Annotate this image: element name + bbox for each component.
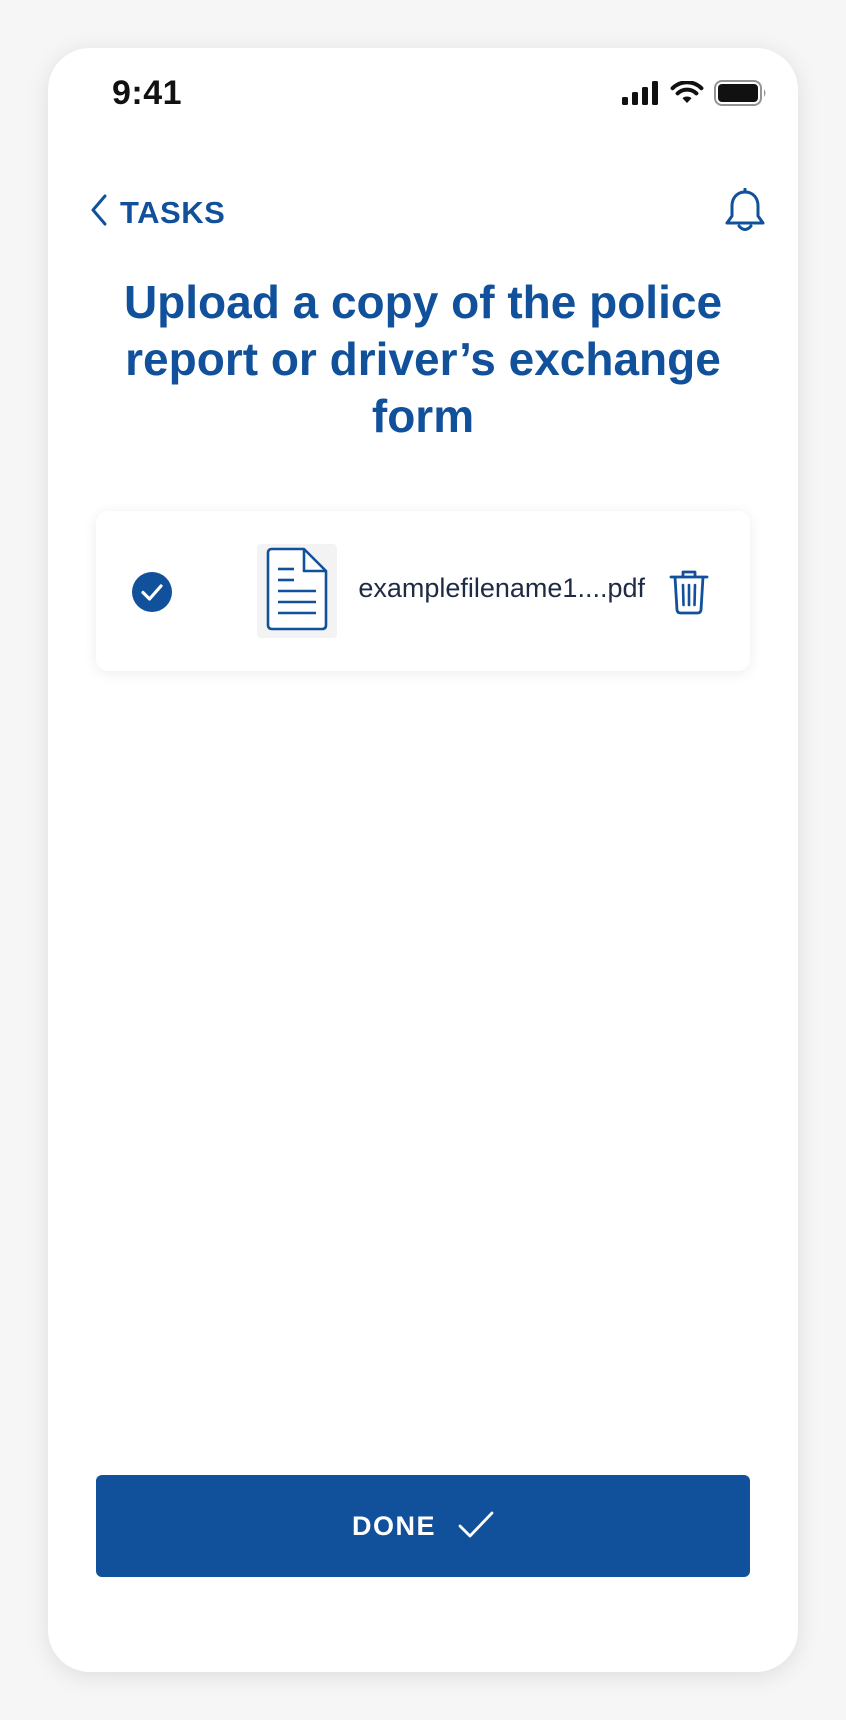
page-title: Upload a copy of the police report or dr… — [123, 276, 723, 442]
trash-icon — [669, 570, 709, 619]
battery-icon — [714, 80, 768, 111]
file-name: examplefilename1....pdf — [358, 573, 645, 603]
back-to-tasks-link[interactable]: TASKS — [90, 194, 225, 231]
bell-icon — [724, 187, 766, 238]
check-circle-icon — [132, 572, 172, 612]
cellular-signal-icon — [622, 81, 660, 110]
done-button-label: DONE — [351, 1510, 436, 1541]
wifi-icon — [670, 80, 704, 110]
top-nav: TASKS — [48, 178, 798, 248]
done-button[interactable]: DONE — [96, 1475, 750, 1577]
delete-file-button[interactable] — [669, 569, 709, 615]
notifications-button[interactable] — [724, 187, 766, 239]
status-time: 9:41 — [112, 74, 183, 112]
status-bar: 9:41 — [48, 48, 798, 138]
back-link-label: TASKS — [120, 194, 226, 230]
phone-screen: 9:41 TASKS Upload a copy of the police r… — [48, 48, 798, 1672]
uploaded-file-card: examplefilename1....pdf — [96, 511, 750, 671]
checkmark-icon — [458, 1510, 494, 1543]
chevron-left-icon — [90, 194, 108, 231]
status-icons — [622, 80, 768, 111]
